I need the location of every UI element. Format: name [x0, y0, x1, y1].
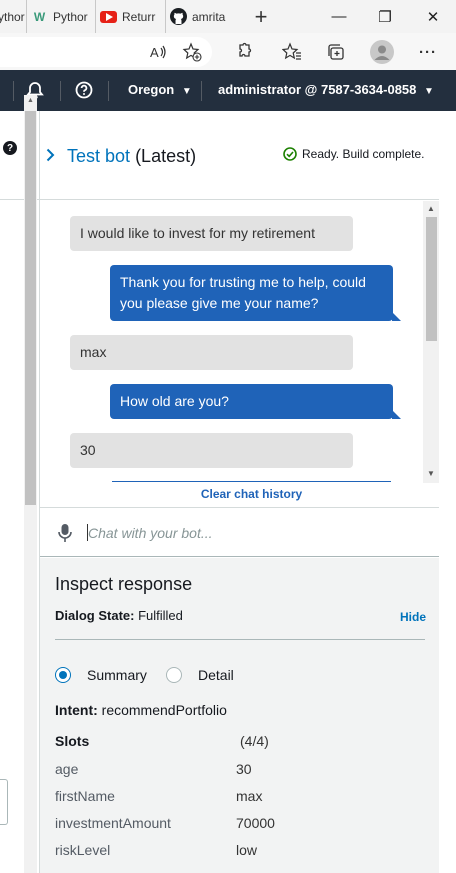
minimize-icon: — [331, 8, 347, 25]
summary-radio[interactable] [55, 667, 71, 683]
slot-name: firstName [55, 788, 115, 804]
slots-count: (4/4) [240, 733, 269, 749]
microphone-icon[interactable] [58, 523, 72, 543]
bot-message: Thank you for trusting me to help, could… [110, 265, 401, 321]
tab-youtube[interactable]: Returr [96, 0, 166, 33]
svg-text:A: A [150, 45, 159, 60]
tab-label: Returr [122, 9, 156, 24]
detail-radio[interactable] [166, 667, 182, 683]
restore-icon: ❐ [378, 8, 392, 26]
scroll-up-icon[interactable]: ▲ [427, 204, 435, 213]
inspect-response-title: Inspect response [55, 574, 193, 594]
clear-chat-history-button[interactable]: Clear chat history [112, 487, 391, 501]
region-selector[interactable]: Oregon ▼ [128, 82, 192, 97]
user-message: 30 [70, 433, 353, 468]
account-menu[interactable]: administrator @ 7587-3634-0858 ▼ [218, 82, 434, 97]
message-text: I would like to invest for my retirement [80, 225, 315, 241]
dialog-state: Dialog State: Fulfilled [55, 608, 183, 623]
w-tab-icon: W [33, 9, 46, 24]
header-divider [60, 81, 61, 101]
tab-label: Pythor [0, 9, 25, 24]
tab-label: Pythor [53, 9, 88, 24]
tab-github[interactable]: amrita [166, 0, 240, 33]
add-favorite-icon[interactable] [181, 41, 203, 63]
left-scrollbar[interactable]: ▲ [24, 95, 37, 873]
bot-version: (Latest) [135, 146, 197, 166]
help-circle-icon [75, 81, 93, 99]
dialog-state-value: Fulfilled [138, 608, 183, 623]
slot-value: max [236, 788, 263, 804]
bot-name: Test bot [67, 146, 131, 166]
user-message: I would like to invest for my retirement [70, 216, 353, 251]
status-text: Ready. Build complete. [302, 147, 425, 161]
scroll-up-icon[interactable]: ▲ [27, 97, 34, 104]
slots-heading: Slots [55, 733, 90, 749]
profile-icon[interactable] [370, 40, 394, 64]
message-text: Thank you for trusting me to help, could… [120, 274, 366, 311]
chat-input-row [40, 507, 439, 557]
scrollbar-thumb[interactable] [426, 217, 437, 341]
user-message: max [70, 335, 353, 370]
read-aloud-icon[interactable]: A [148, 41, 170, 63]
slot-value: low [236, 842, 258, 858]
slot-value: 30 [236, 761, 252, 777]
chat-input[interactable] [88, 521, 418, 545]
clear-history-divider [112, 481, 391, 482]
inspect-divider [55, 639, 425, 640]
intent-value: recommendPortfolio [101, 702, 227, 718]
account-label: administrator @ 7587-3634-0858 [218, 82, 417, 97]
intent: Intent: recommendPortfolio [55, 702, 227, 718]
test-bot-header: Test bot (Latest) Ready. Build complete. [40, 111, 439, 200]
close-icon: ✕ [426, 8, 440, 26]
inspect-response-panel: Inspect response Dialog State: Fulfilled… [40, 558, 439, 873]
minimize-button[interactable]: — [316, 0, 362, 33]
slot-name: riskLevel [55, 842, 111, 858]
message-text: max [80, 344, 107, 360]
message-text: 30 [80, 442, 96, 458]
check-circle-icon [283, 147, 297, 161]
collections-icon[interactable] [325, 41, 347, 63]
tab-label: amrita [192, 9, 226, 24]
aws-console-header: Oregon ▼ administrator @ 7587-3634-0858 … [0, 70, 456, 111]
slot-name: investmentAmount [55, 815, 171, 831]
chat-history: I would like to invest for my retirement… [40, 201, 439, 507]
summary-radio-label[interactable]: Summary [87, 667, 147, 683]
intent-label: Intent: [55, 702, 98, 718]
expand-chevron-icon[interactable] [46, 148, 55, 165]
support-button[interactable] [75, 81, 93, 102]
test-bot-panel: Test bot (Latest) Ready. Build complete.… [40, 111, 439, 873]
region-label: Oregon [128, 82, 175, 97]
slot-name: age [55, 761, 79, 777]
close-window-button[interactable]: ✕ [410, 0, 456, 33]
browser-toolbar: A ··· [0, 33, 456, 70]
dialog-state-label: Dialog State: [55, 608, 135, 623]
scrollbar-thumb[interactable] [25, 111, 36, 505]
hide-link[interactable]: Hide [400, 610, 426, 624]
new-tab-button[interactable]: + [246, 4, 276, 30]
message-text: How old are you? [120, 393, 229, 409]
scroll-down-icon[interactable]: ▼ [427, 469, 435, 478]
slot-value: 70000 [236, 815, 275, 831]
favorites-icon[interactable] [281, 41, 303, 63]
header-divider [108, 81, 109, 101]
caret-down-icon: ▼ [181, 86, 192, 97]
detail-radio-label[interactable]: Detail [198, 667, 234, 683]
tab-python-2[interactable]: W Pythor [27, 0, 96, 33]
github-tab-icon [170, 8, 187, 25]
build-status: Ready. Build complete. [283, 147, 425, 161]
tab-python[interactable]: Pythor [0, 0, 27, 33]
help-icon[interactable]: ? [3, 141, 17, 155]
bot-message: How old are you? [110, 384, 401, 419]
chat-scrollbar[interactable]: ▲ ▼ [423, 201, 439, 483]
header-divider [201, 81, 202, 101]
caret-down-icon: ▼ [424, 86, 434, 97]
more-icon[interactable]: ··· [417, 41, 439, 63]
extensions-icon[interactable] [232, 41, 254, 63]
test-bot-title: Test bot (Latest) [67, 146, 196, 167]
header-divider [13, 81, 14, 101]
youtube-tab-icon [100, 10, 117, 23]
restore-button[interactable]: ❐ [362, 0, 408, 33]
left-panel-box [0, 779, 8, 825]
